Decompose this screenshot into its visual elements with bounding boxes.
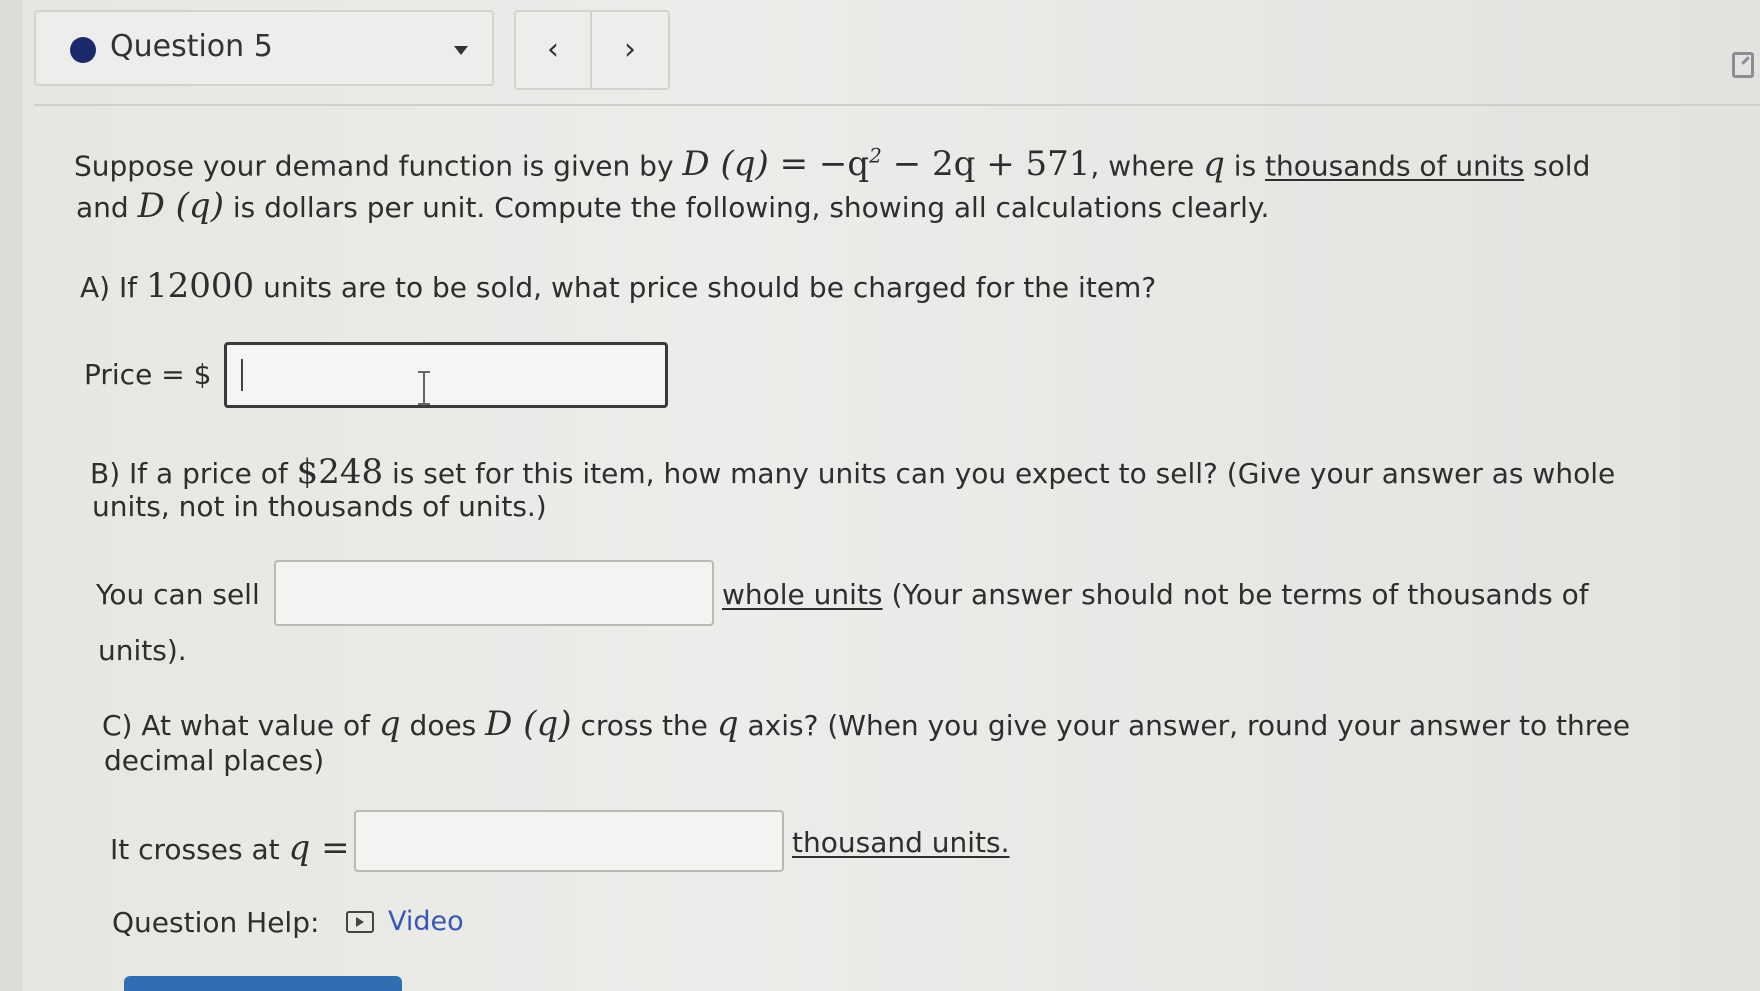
question-label: Question 5 xyxy=(110,29,273,64)
part-a-question: A) If 12000 units are to be sold, what p… xyxy=(80,266,1156,306)
header-divider xyxy=(34,104,1760,106)
part-b-after-line-2: units). xyxy=(98,634,187,667)
part-b-number: $248 xyxy=(296,452,384,492)
function-lhs: D (q) xyxy=(682,144,769,185)
intro-text: Suppose your demand function is given by xyxy=(74,149,674,183)
part-c-does: does xyxy=(409,709,477,742)
part-b-note: (Your answer should not be terms of thou… xyxy=(891,578,1589,611)
part-c-post: axis? (When you give your answer, round … xyxy=(747,709,1631,742)
price-input[interactable] xyxy=(224,342,668,408)
function-rest: − 2q + 571 xyxy=(892,144,1091,185)
part-a-pre: A) If xyxy=(80,271,138,304)
previous-question-button[interactable]: ‹ xyxy=(514,10,592,90)
q-variable: q xyxy=(1203,144,1225,185)
video-icon[interactable] xyxy=(346,911,374,933)
question-selector[interactable]: Question 5 xyxy=(34,10,494,86)
crosses-text: It crosses at xyxy=(110,833,280,866)
function-eq: = −q xyxy=(779,144,870,185)
chevron-down-icon xyxy=(454,46,468,55)
part-c-question-line-2: decimal places) xyxy=(104,744,325,777)
intro-sold: sold xyxy=(1533,149,1591,183)
next-question-button[interactable]: › xyxy=(592,10,670,90)
part-b-after-text: whole units (Your answer should not be t… xyxy=(722,578,1589,611)
part-c-function: D (q) xyxy=(485,704,572,744)
video-link[interactable]: Video xyxy=(388,906,464,937)
part-c-q: q xyxy=(378,704,401,744)
part-a-number: 12000 xyxy=(146,266,255,306)
line2-function: D (q) xyxy=(137,186,224,226)
part-c-q-axis: q xyxy=(716,704,739,744)
part-b-question-line-2: units, not in thousands of units.) xyxy=(92,490,547,523)
sell-label: You can sell xyxy=(96,578,260,611)
line2-and: and xyxy=(76,191,129,224)
line2-text: is dollars per unit. Compute the followi… xyxy=(232,191,1270,224)
crosses-label: It crosses at q = xyxy=(110,828,350,868)
thousand-units-text: thousand units. xyxy=(792,826,1010,859)
part-a-post: units are to be sold, what price should … xyxy=(263,271,1157,304)
part-c-cross: cross the xyxy=(580,709,708,742)
submit-button[interactable] xyxy=(124,976,402,991)
crosses-math: q = xyxy=(288,828,350,868)
text-cursor-icon xyxy=(418,371,430,405)
function-exponent: 2 xyxy=(869,144,882,168)
price-label: Price = $ xyxy=(84,358,212,391)
part-c-pre: C) At what value of xyxy=(102,709,370,742)
problem-line-1: Suppose your demand function is given by… xyxy=(74,144,1590,184)
units-input[interactable] xyxy=(274,560,714,626)
question-help-label: Question Help: xyxy=(112,906,320,939)
edit-icon[interactable] xyxy=(1732,52,1754,78)
part-b-question-line-1: B) If a price of $248 is set for this it… xyxy=(90,452,1615,492)
text-caret xyxy=(241,359,243,391)
part-c-question-line-1: C) At what value of q does D (q) cross t… xyxy=(102,704,1630,744)
part-b-post: is set for this item, how many units can… xyxy=(392,457,1616,490)
intro-is: is xyxy=(1233,149,1257,183)
whole-units-emphasis: whole units xyxy=(722,578,883,611)
status-dot xyxy=(70,37,96,63)
crossing-input[interactable] xyxy=(354,810,784,872)
demand-function: D (q) = −q2 − 2q + 571 xyxy=(682,144,1090,184)
part-b-pre: B) If a price of xyxy=(90,457,288,490)
units-emphasis: thousands of units xyxy=(1265,149,1525,183)
intro-where: , where xyxy=(1090,149,1195,183)
problem-line-2: and D (q) is dollars per unit. Compute t… xyxy=(76,186,1269,226)
